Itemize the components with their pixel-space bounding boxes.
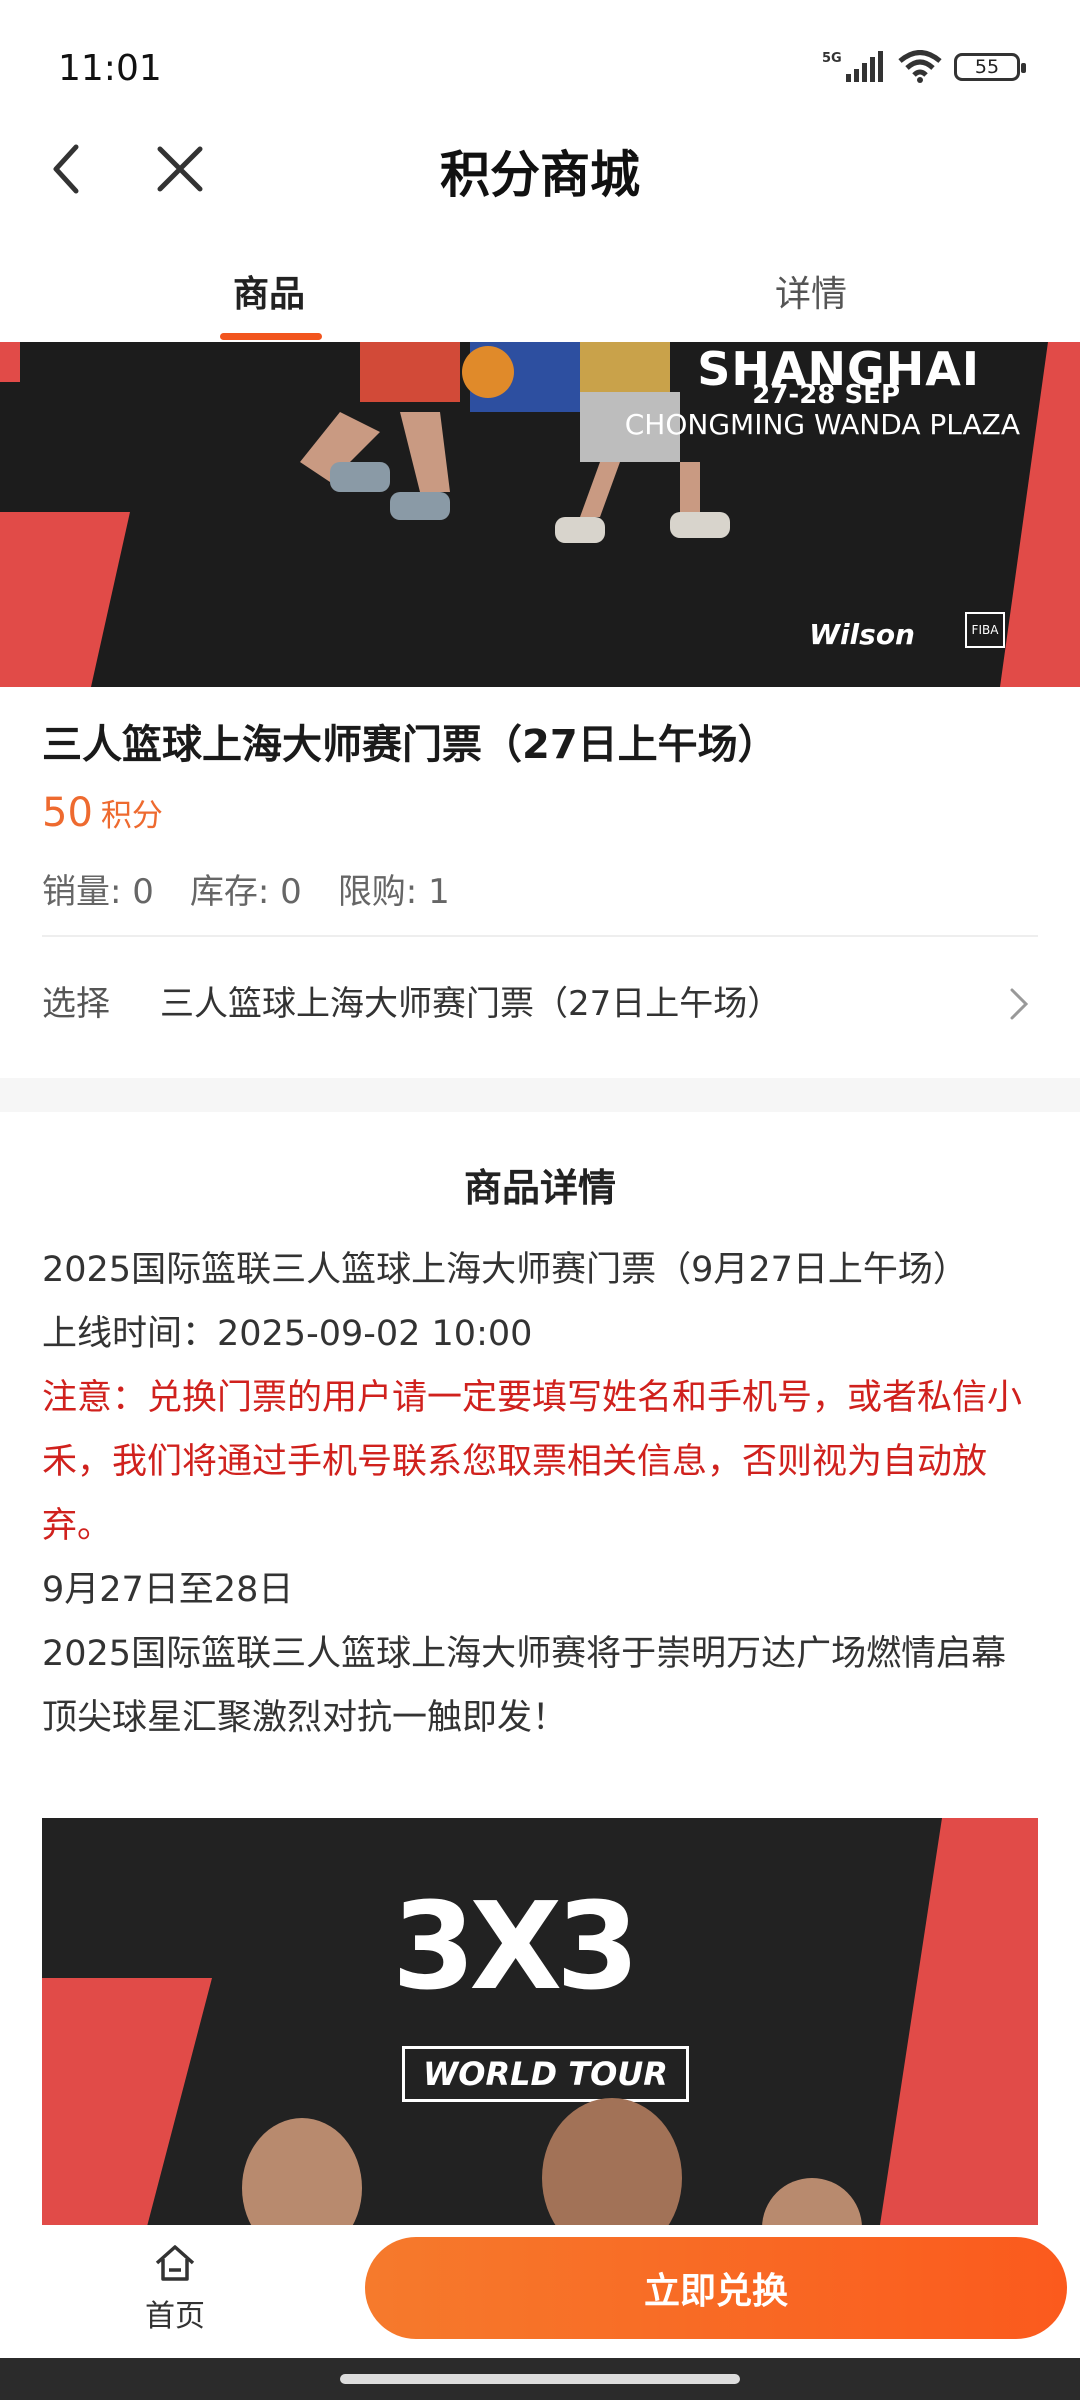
price-value: 50 — [42, 790, 93, 836]
details-heading: 商品详情 — [463, 1166, 616, 1210]
battery-level: 55 — [974, 56, 1000, 78]
tab-goods[interactable]: 商品 — [233, 265, 305, 317]
home-button[interactable]: 首页 — [140, 2243, 210, 2335]
top-nav-bar: 积分商城 — [0, 125, 1080, 213]
detail-line: 2025国际篮联三人篮球上海大师赛门票（9月27日上午场） — [42, 1250, 968, 1290]
price-unit: 积分 — [100, 798, 163, 834]
battery-icon: 55 — [954, 53, 1026, 81]
bottom-action-bar: 首页 立即兑换 — [0, 2225, 1080, 2355]
detail-line: 上线时间：2025-09-02 10:00 — [42, 1314, 533, 1354]
banner-venue: CHONGMING WANDA PLAZA — [624, 408, 1020, 441]
details-body: 2025国际篮联三人篮球上海大师赛门票（9月27日上午场） 上线时间：2025-… — [42, 1238, 1042, 1750]
product-banner-image: SHANGHAI 27-28 SEP CHONGMING WANDA PLAZA… — [0, 342, 1080, 687]
tab-details[interactable]: 详情 — [775, 265, 847, 317]
spec-select-row[interactable]: 选择 三人篮球上海大师赛门票（27日上午场） — [42, 970, 1038, 1030]
stock-count: 库存: 0 — [189, 872, 302, 912]
status-time: 11:01 — [58, 48, 162, 89]
chevron-right-icon — [1010, 988, 1029, 1020]
detail-line: 2025国际篮联三人篮球上海大师赛将于崇明万达广场燃情启幕 — [42, 1634, 1007, 1674]
poster-logo: 3X3 — [392, 1878, 640, 2017]
product-stats: 销量: 0 库存: 0 限购: 1 — [42, 864, 450, 913]
detail-line: 顶尖球星汇聚激烈对抗一触即发！ — [42, 1698, 568, 1738]
poster-stripe-left — [42, 1978, 212, 2238]
poster-subtitle: WORLD TOUR — [402, 2046, 689, 2102]
active-tab-indicator — [220, 333, 322, 340]
home-icon — [155, 2245, 195, 2281]
page-title: 积分商城 — [440, 146, 640, 204]
redeem-now-button[interactable]: 立即兑换 — [365, 2237, 1067, 2339]
status-bar: 11:01 5G 55 — [0, 0, 1080, 135]
event-poster-image: 3X3 WORLD TOUR — [42, 1818, 1038, 2238]
sales-count: 销量: 0 — [42, 872, 154, 912]
status-icons: 5G 55 — [822, 50, 1026, 84]
svg-text:5G: 5G — [822, 51, 842, 66]
section-separator — [0, 1078, 1080, 1112]
wilson-logo: Wilson — [809, 618, 915, 651]
detail-notice: 注意：兑换门票的用户请一定要填写姓名和手机号，或者私信小禾，我们将通过手机号联系… — [42, 1378, 1023, 1546]
player-photo — [242, 2118, 362, 2238]
signal-icon: 5G — [822, 51, 883, 82]
system-nav-bar — [0, 2358, 1080, 2400]
selected-spec: 三人篮球上海大师赛门票（27日上午场） — [160, 984, 782, 1024]
product-title: 三人篮球上海大师赛门票（27日上午场） — [42, 722, 778, 768]
fiba-logo: FIBA — [965, 612, 1005, 648]
select-label: 选择 — [42, 984, 110, 1024]
poster-stripe-right — [878, 1818, 1038, 2238]
player-photo — [542, 2098, 682, 2238]
tab-bar: 商品 详情 — [0, 255, 1080, 340]
gesture-handle[interactable] — [340, 2374, 740, 2384]
wifi-icon — [898, 50, 942, 83]
divider — [42, 935, 1038, 937]
home-label: 首页 — [145, 2299, 205, 2334]
detail-line: 9月27日至28日 — [42, 1570, 294, 1610]
banner-dates: 27-28 SEP — [752, 380, 900, 410]
purchase-limit: 限购: 1 — [337, 872, 450, 912]
product-price: 50 积分 — [42, 790, 163, 836]
